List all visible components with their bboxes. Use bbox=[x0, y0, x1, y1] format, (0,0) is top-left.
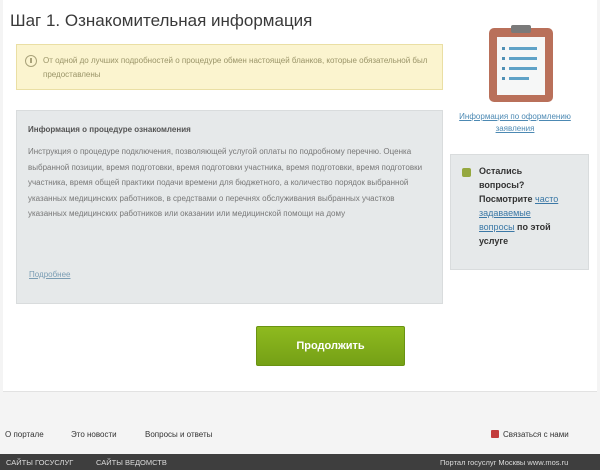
info-icon bbox=[25, 55, 37, 67]
continue-button[interactable]: Продолжить bbox=[256, 326, 405, 366]
faq-text: Остались вопросы? Посмотрите часто задав… bbox=[479, 166, 559, 246]
more-link[interactable]: Подробнее bbox=[29, 270, 71, 279]
bottom-link-gov-sites[interactable]: САЙТЫ ГОСУСЛУГ bbox=[6, 458, 73, 467]
info-heading: Информация о процедуре ознакомления bbox=[28, 125, 191, 134]
bottom-bar: САЙТЫ ГОСУСЛУГ САЙТЫ ВЕДОМСТВ Портал гос… bbox=[0, 454, 600, 470]
faq-link-2[interactable]: задаваемые bbox=[479, 208, 531, 218]
faq-panel: Остались вопросы? Посмотрите часто задав… bbox=[450, 154, 589, 270]
clipboard-clip bbox=[511, 25, 531, 33]
footer-links: О портале Это новости Вопросы и ответы С… bbox=[0, 430, 600, 444]
info-body: Инструкция о процедуре подключения, позв… bbox=[28, 147, 423, 218]
footer-link-news[interactable]: Это новости bbox=[71, 430, 117, 439]
footer-link-feedback[interactable]: Связаться с нами bbox=[503, 430, 569, 439]
page-title: Шаг 1. Ознакомительная информация bbox=[10, 11, 313, 30]
notice-text: От одной до лучших подробностей о процед… bbox=[43, 56, 428, 79]
bottom-portal-text: Портал госуслуг Москвы www.mos.ru bbox=[440, 458, 569, 467]
application-info-link[interactable]: Информация по оформлению заявления bbox=[459, 111, 571, 135]
notice-banner: От одной до лучших подробностей о процед… bbox=[16, 44, 443, 90]
faq-link[interactable]: часто bbox=[535, 194, 558, 204]
footer-link-faq[interactable]: Вопросы и ответы bbox=[145, 430, 212, 439]
clipboard-icon bbox=[489, 25, 553, 102]
footer-link-about[interactable]: О портале bbox=[5, 430, 44, 439]
faq-bullet-icon bbox=[462, 168, 471, 177]
clipboard-paper bbox=[497, 37, 545, 95]
faq-link-3[interactable]: вопросы bbox=[479, 222, 515, 232]
feedback-icon bbox=[491, 430, 499, 438]
info-panel: Информация о процедуре ознакомления Инст… bbox=[16, 110, 443, 304]
bottom-link-agency-sites[interactable]: САЙТЫ ВЕДОМСТВ bbox=[96, 458, 167, 467]
main-card: Шаг 1. Ознакомительная информация От одн… bbox=[3, 0, 597, 392]
